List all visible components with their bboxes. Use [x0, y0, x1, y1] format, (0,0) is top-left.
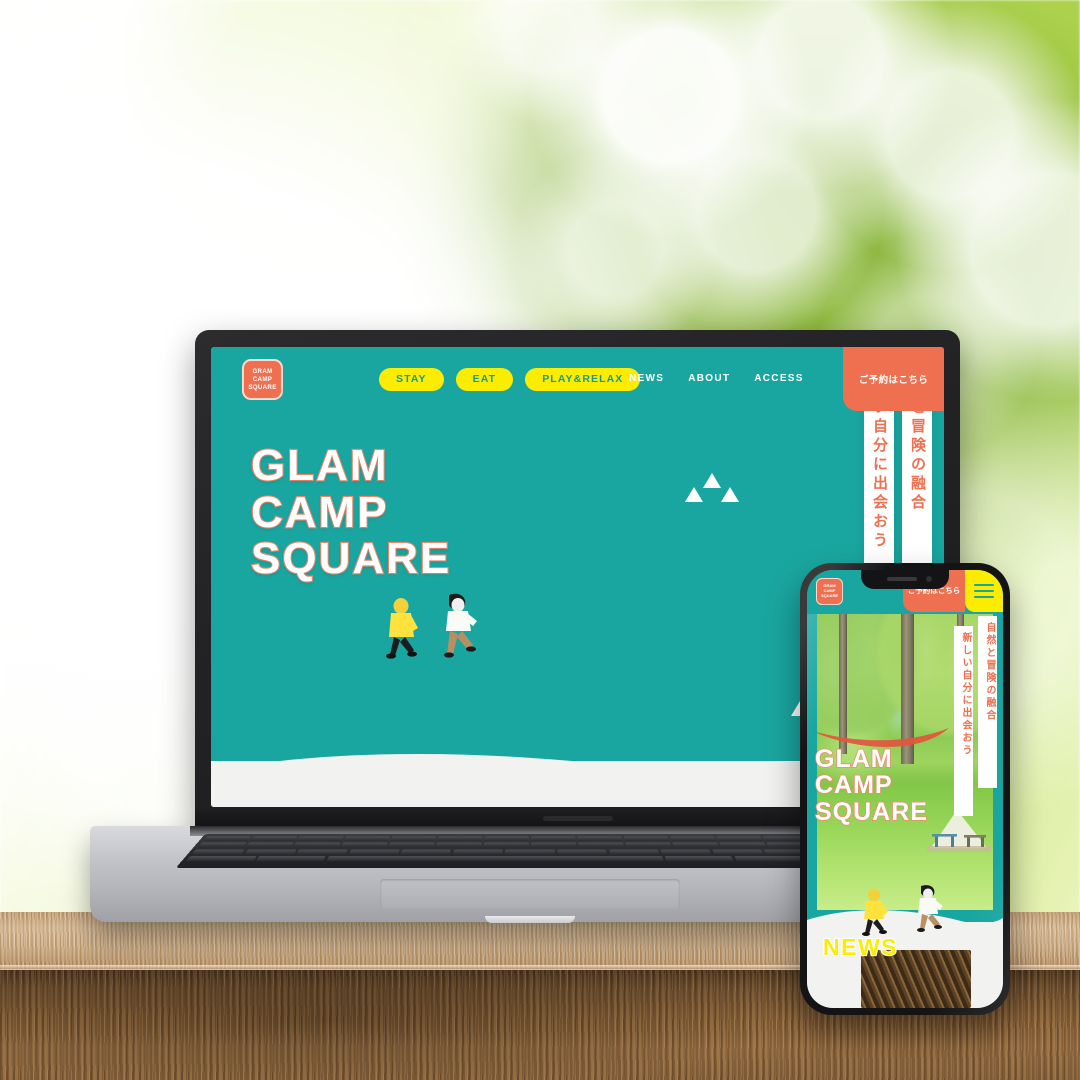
tree-canopy [877, 614, 993, 734]
phone-mockup: GLAM CAMP SQUARE 自然と冒険の融合 新しい自分に出会おう NEW… [800, 563, 1010, 1015]
mobile-hero-title-line-2: CAMP [815, 772, 928, 798]
logo-line-3: SQUARE [248, 384, 276, 391]
hamburger-icon[interactable] [965, 570, 1003, 612]
nav-pill-eat[interactable]: EAT [456, 368, 514, 391]
earpiece-speaker [887, 577, 917, 581]
nav-pill-group: STAY EAT PLAY&RELAX [379, 368, 640, 391]
mobile-site-logo[interactable]: GRAM CAMP SQUARE [816, 578, 843, 605]
site-header: GRAM CAMP SQUARE STAY EAT PLAY&RELAX NEW… [211, 347, 944, 411]
keyboard-row [182, 856, 879, 861]
mobile-news-heading: NEWS [823, 934, 898, 961]
hero-title-line-3: SQUARE [251, 536, 451, 583]
mobile-hero-title-line-1: GLAM [815, 746, 928, 772]
reservation-cta-button[interactable]: ご予約はこちら [843, 347, 944, 411]
logo-line-1: GRAM [252, 368, 272, 375]
mobile-hero-title: GLAM CAMP SQUARE [815, 746, 928, 825]
phone-notch [861, 570, 949, 589]
nav-link-group: NEWS ABOUT ACCESS [629, 373, 804, 384]
nav-pill-stay[interactable]: STAY [379, 368, 444, 391]
nav-pill-play-relax[interactable]: PLAY&RELAX [525, 368, 640, 391]
person-yellow-jacket [859, 888, 889, 936]
nav-link-about[interactable]: ABOUT [688, 373, 730, 384]
mobile-logo-line-3: SQUARE [821, 594, 838, 599]
person-white-shirt [437, 593, 483, 659]
nav-link-access[interactable]: ACCESS [754, 373, 803, 384]
phone-screen: GLAM CAMP SQUARE 自然と冒険の融合 新しい自分に出会おう NEW… [807, 570, 1003, 1008]
site-logo[interactable]: GRAM CAMP SQUARE [242, 359, 283, 400]
keyboard-row [194, 842, 866, 847]
front-camera-icon [926, 576, 932, 582]
keyboard-row [188, 849, 872, 854]
reservation-cta-label: ご予約はこちら [859, 372, 928, 386]
mobile-hero-title-line-3: SQUARE [815, 799, 928, 825]
laptop-keyboard[interactable] [176, 834, 885, 868]
keyboard-row [199, 836, 860, 841]
person-yellow-jacket [381, 597, 421, 659]
mobile-vertical-tagline-left: 新しい自分に出会おう [954, 626, 973, 816]
person-white-shirt [913, 884, 947, 934]
hero-title-line-1: GLAM [251, 443, 451, 490]
mobile-vertical-tagline-right: 自然と冒険の融合 [978, 616, 997, 788]
hero-title: GLAM CAMP SQUARE [251, 443, 451, 583]
laptop-trackpad[interactable] [380, 879, 680, 909]
nav-link-news[interactable]: NEWS [629, 373, 664, 384]
laptop-front-notch [485, 916, 575, 923]
logo-line-2: CAMP [253, 376, 272, 383]
hero-title-line-2: CAMP [251, 490, 451, 537]
